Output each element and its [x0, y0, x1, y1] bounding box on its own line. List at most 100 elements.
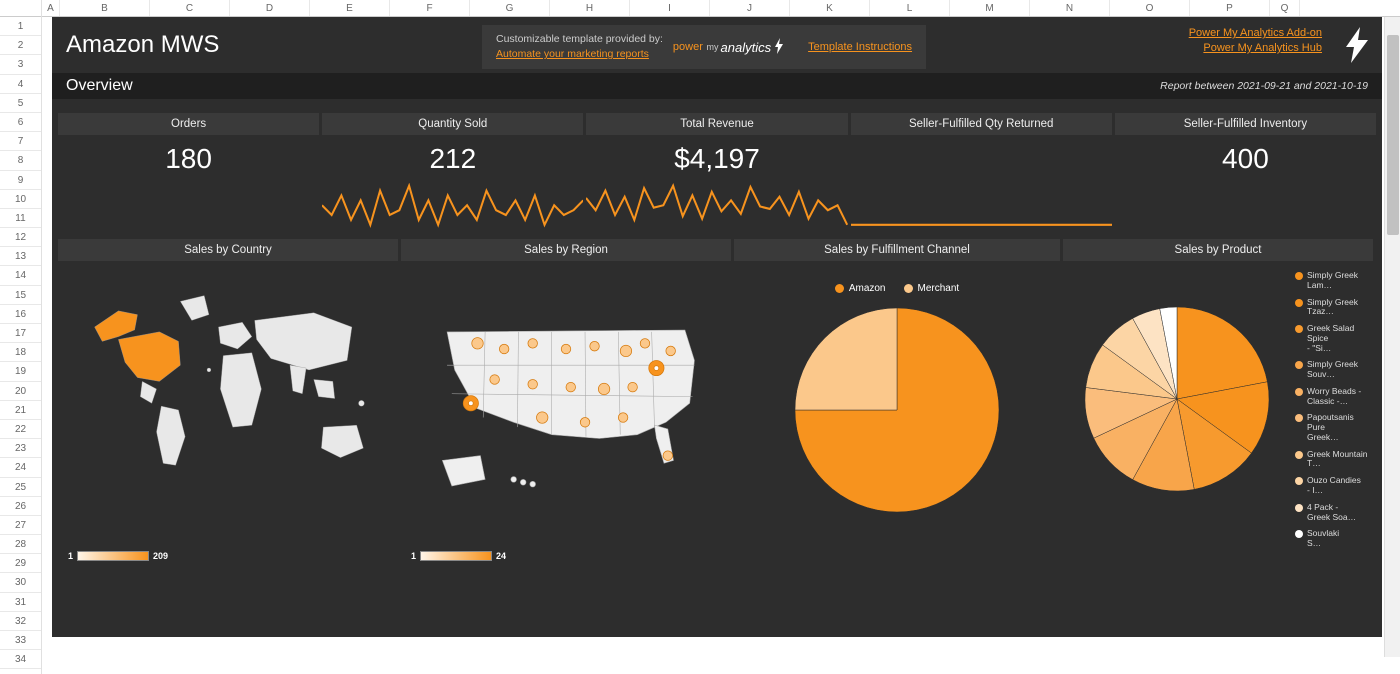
metric-card: Seller-Fulfilled Qty Returned [851, 113, 1112, 229]
row-header[interactable]: 23 [0, 439, 41, 458]
row-header[interactable]: 2 [0, 36, 41, 55]
world-map[interactable] [66, 269, 390, 509]
col-header[interactable]: L [870, 0, 950, 16]
charts-row: Sales by Country [58, 239, 1376, 571]
row-header[interactable]: 26 [0, 497, 41, 516]
chart-sales-by-country: Sales by Country [58, 239, 398, 571]
row-header[interactable]: 27 [0, 516, 41, 535]
legend-item: Greek MountainT… [1295, 450, 1369, 470]
col-header[interactable]: P [1190, 0, 1270, 16]
row-header[interactable]: 6 [0, 113, 41, 132]
channel-pie[interactable] [787, 300, 1007, 520]
chart-title: Sales by Product [1063, 239, 1373, 261]
row-header[interactable]: 24 [0, 458, 41, 477]
row-header[interactable]: 13 [0, 247, 41, 266]
col-header[interactable]: K [790, 0, 870, 16]
metric-sparkline [1115, 183, 1376, 229]
metric-label: Total Revenue [586, 113, 847, 135]
metric-label: Seller-Fulfilled Qty Returned [851, 113, 1112, 135]
metric-sparkline [586, 183, 847, 229]
col-header[interactable]: E [310, 0, 390, 16]
legend-item: Papoutsanis PureGreek… [1295, 413, 1369, 442]
row-header[interactable]: 14 [0, 266, 41, 285]
country-scale: 1 209 [68, 551, 168, 561]
scrollbar-thumb[interactable] [1387, 35, 1399, 235]
metric-value: 400 [1115, 135, 1376, 183]
legend-item: Worry Beads -Classic -… [1295, 387, 1369, 407]
legend-item: Greek Salad Spice- "Si… [1295, 324, 1369, 353]
col-header[interactable]: O [1110, 0, 1190, 16]
product-legend: Simply GreekLam…Simply GreekTzaz…Greek S… [1295, 271, 1369, 556]
row-header[interactable]: 12 [0, 228, 41, 247]
row-header[interactable]: 28 [0, 535, 41, 554]
chart-sales-by-product: Sales by Product Simply GreekLam…Simply … [1063, 239, 1373, 571]
row-header[interactable]: 33 [0, 631, 41, 650]
row-header[interactable]: 5 [0, 94, 41, 113]
chart-sales-by-channel: Sales by Fulfillment Channel Amazon Merc… [734, 239, 1060, 571]
brand-bolt-icon [1344, 27, 1370, 68]
date-range: Report between 2021-09-21 and 2021-10-19 [1160, 80, 1368, 92]
row-header[interactable]: 25 [0, 478, 41, 497]
template-info-box: Customizable template provided by: Autom… [482, 25, 926, 69]
template-line1: Customizable template provided by: [496, 32, 663, 47]
hub-link[interactable]: Power My Analytics Hub [1189, 42, 1322, 54]
overview-bar: Overview Report between 2021-09-21 and 2… [52, 73, 1382, 99]
row-header[interactable]: 10 [0, 190, 41, 209]
row-header[interactable]: 32 [0, 612, 41, 631]
metric-value: 180 [58, 135, 319, 183]
row-header[interactable]: 17 [0, 324, 41, 343]
metric-sparkline [851, 183, 1112, 229]
row-header[interactable]: 31 [0, 593, 41, 612]
row-header[interactable]: 20 [0, 382, 41, 401]
metric-card: Seller-Fulfilled Inventory400 [1115, 113, 1376, 229]
legend-item: Simply GreekTzaz… [1295, 298, 1369, 318]
row-header[interactable]: 9 [0, 171, 41, 190]
col-header[interactable]: J [710, 0, 790, 16]
row-header[interactable]: 22 [0, 420, 41, 439]
chart-title: Sales by Country [58, 239, 398, 261]
col-header[interactable]: N [1030, 0, 1110, 16]
row-header[interactable]: 19 [0, 362, 41, 381]
row-header[interactable]: 1 [0, 17, 41, 36]
row-header[interactable]: 30 [0, 573, 41, 592]
row-header[interactable]: 34 [0, 650, 41, 669]
col-header[interactable]: G [470, 0, 550, 16]
row-header[interactable]: 16 [0, 305, 41, 324]
row-header[interactable]: 15 [0, 286, 41, 305]
automate-link[interactable]: Automate your marketing reports [496, 47, 663, 62]
provider-logo: power my analytics [673, 38, 784, 57]
col-header[interactable]: A [42, 0, 60, 16]
row-header[interactable]: 21 [0, 401, 41, 420]
row-headers[interactable]: 1234567891011121314151617181920212223242… [0, 0, 42, 674]
row-header[interactable]: 8 [0, 151, 41, 170]
spreadsheet-frame: 1234567891011121314151617181920212223242… [0, 0, 1400, 674]
metric-value: 212 [322, 135, 583, 183]
legend-item: SouvlakiS… [1295, 529, 1369, 549]
row-header[interactable]: 7 [0, 132, 41, 151]
template-instructions-link[interactable]: Template Instructions [808, 41, 912, 53]
col-header[interactable]: F [390, 0, 470, 16]
row-header[interactable]: 3 [0, 55, 41, 74]
col-header[interactable]: B [60, 0, 150, 16]
bolt-icon [774, 38, 784, 57]
column-headers[interactable]: ABCDEFGHIJKLMNOPQ [42, 0, 1400, 17]
legend-item: Simply GreekSouv… [1295, 360, 1369, 380]
col-header[interactable]: H [550, 0, 630, 16]
row-header[interactable]: 29 [0, 554, 41, 573]
vertical-scrollbar[interactable] [1384, 17, 1400, 657]
col-header[interactable]: D [230, 0, 310, 16]
chart-title: Sales by Region [401, 239, 731, 261]
us-map[interactable] [409, 269, 723, 509]
col-header[interactable]: C [150, 0, 230, 16]
row-header[interactable]: 4 [0, 75, 41, 94]
row-header[interactable]: 11 [0, 209, 41, 228]
col-header[interactable]: I [630, 0, 710, 16]
col-header[interactable]: Q [1270, 0, 1300, 16]
addon-link[interactable]: Power My Analytics Add-on [1189, 27, 1322, 39]
row-header[interactable]: 18 [0, 343, 41, 362]
dashboard-header: Amazon MWS Customizable template provide… [52, 17, 1382, 73]
product-pie[interactable] [1077, 299, 1277, 499]
metrics-row: Orders180Quantity Sold212Total Revenue$4… [58, 113, 1376, 229]
channel-legend: Amazon Merchant [742, 283, 1052, 294]
col-header[interactable]: M [950, 0, 1030, 16]
